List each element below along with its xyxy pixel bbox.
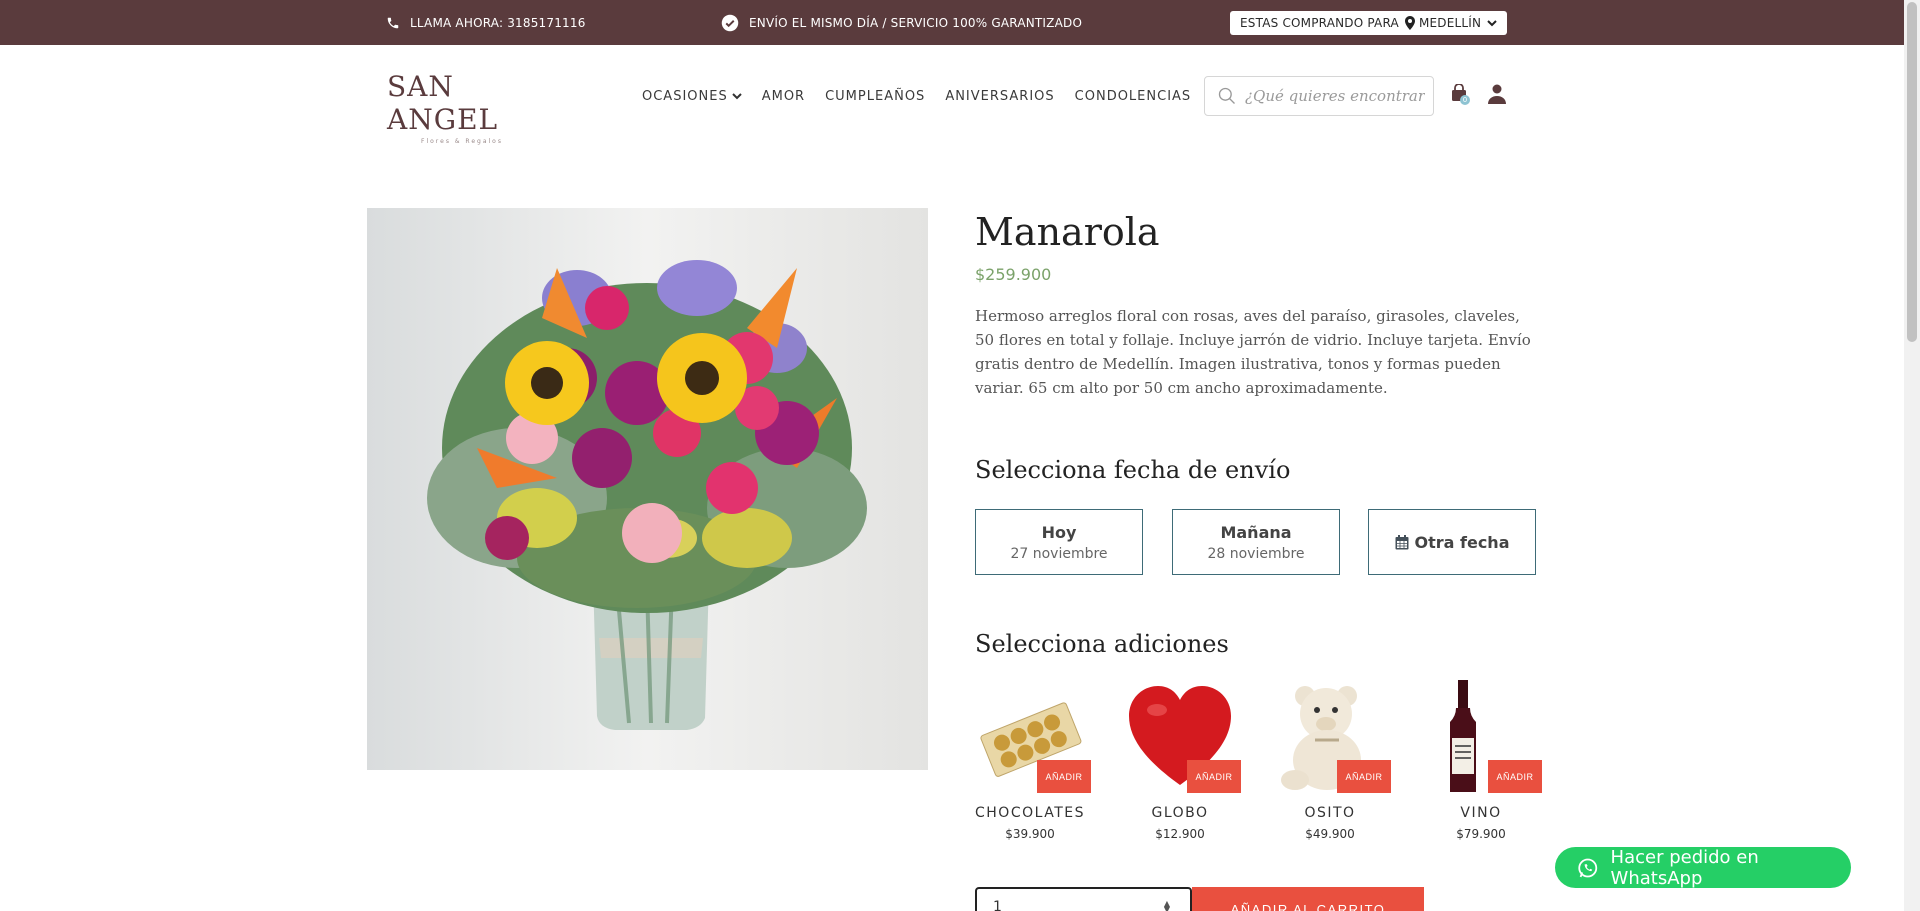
date-option-label: Otra fecha — [1414, 532, 1510, 552]
add-vino-button[interactable]: AÑADIR — [1488, 760, 1542, 793]
addon-price: $79.900 — [1456, 827, 1506, 841]
city-selector[interactable]: ESTAS COMPRANDO PARA MEDELLÍN — [1230, 11, 1508, 35]
add-chocolates-button[interactable]: AÑADIR — [1037, 760, 1091, 793]
shipping-date-title: Selecciona fecha de envío — [975, 456, 1291, 484]
flower-arrangement-image — [367, 208, 928, 770]
search-input[interactable] — [1245, 87, 1425, 105]
addon-name: VINO — [1460, 805, 1502, 821]
whatsapp-order-button[interactable]: Hacer pedido en WhatsApp — [1555, 846, 1851, 889]
addon-name: OSITO — [1304, 805, 1356, 821]
phone-label: LLAMA AHORA: 3185171116 — [410, 15, 586, 30]
chevron-down-icon — [732, 93, 742, 100]
add-osito-button[interactable]: AÑADIR — [1337, 760, 1391, 793]
main-nav: OCASIONES AMOR CUMPLEAÑOS ANIVERSARIOS C… — [642, 86, 1211, 106]
addon-price: $49.900 — [1305, 827, 1355, 841]
quantity-value: 1 — [993, 899, 1002, 911]
addon-name: GLOBO — [1151, 805, 1209, 821]
addons-title: Selecciona adiciones — [975, 630, 1229, 658]
nav-cumpleanos[interactable]: CUMPLEAÑOS — [825, 89, 925, 104]
nav-ocasiones-label: OCASIONES — [642, 88, 728, 104]
addon-chocolates: AÑADIR CHOCOLATES $39.900 — [975, 680, 1095, 850]
calendar-icon — [1395, 534, 1408, 549]
product-description: Hermoso arreglos floral con rosas, aves … — [975, 307, 1531, 397]
nav-aniversarios[interactable]: ANIVERSARIOS — [945, 89, 1054, 104]
scrollbar[interactable] — [1904, 0, 1920, 911]
scrollbar-thumb[interactable] — [1907, 2, 1917, 342]
addon-price: $12.900 — [1155, 827, 1205, 841]
product-image — [367, 208, 928, 770]
chevron-down-icon — [1487, 20, 1497, 27]
date-option-date: 27 noviembre — [1010, 545, 1108, 562]
cart-count: 0 — [1460, 95, 1470, 105]
date-option-label: Hoy — [1041, 522, 1077, 542]
check-circle-icon — [721, 14, 739, 31]
addon-globo: AÑADIR GLOBO $12.900 — [1125, 680, 1245, 850]
logo[interactable]: SAN ANGEL Flores & Regalos — [387, 70, 557, 145]
addon-vino: AÑADIR VINO $79.900 — [1426, 680, 1546, 850]
whatsapp-icon — [1578, 858, 1598, 877]
cart-button[interactable]: 0 — [1451, 83, 1471, 106]
city-name: MEDELLÍN — [1418, 16, 1482, 30]
nav-condolencias[interactable]: CONDOLENCIAS — [1075, 89, 1192, 104]
whatsapp-label: Hacer pedido en WhatsApp — [1610, 846, 1759, 889]
top-bar: LLAMA AHORA: 3185171116 ENVÍO EL MISMO D… — [0, 0, 1904, 45]
user-icon — [1488, 84, 1506, 104]
date-option-today[interactable]: Hoy 27 noviembre — [975, 509, 1143, 575]
phone-icon — [387, 17, 399, 28]
date-option-label: Mañana — [1220, 522, 1292, 542]
nav-ocasiones[interactable]: OCASIONES — [642, 89, 742, 104]
map-pin-icon — [1404, 16, 1415, 30]
date-option-tomorrow[interactable]: Mañana 28 noviembre — [1172, 509, 1340, 575]
date-option-other[interactable]: Otra fecha — [1368, 509, 1536, 575]
add-globo-button[interactable]: AÑADIR — [1187, 760, 1241, 793]
addon-price: $39.900 — [1005, 827, 1055, 841]
nav-amor[interactable]: AMOR — [762, 89, 805, 104]
date-option-date: 28 noviembre — [1207, 545, 1305, 562]
product-title: Manarola — [975, 210, 1160, 254]
logo-tagline: Flores & Regalos — [421, 138, 503, 145]
search-box — [1204, 76, 1434, 116]
logo-text: SAN ANGEL — [387, 70, 499, 136]
account-button[interactable] — [1488, 84, 1506, 104]
shipping-notice: ENVÍO EL MISMO DÍA / SERVICIO 100% GARAN… — [721, 0, 1082, 45]
search-icon — [1218, 87, 1235, 104]
shipping-label: ENVÍO EL MISMO DÍA / SERVICIO 100% GARAN… — [749, 15, 1083, 30]
city-prefix: ESTAS COMPRANDO PARA — [1240, 16, 1399, 30]
addon-osito: AÑADIR OSITO $49.900 — [1275, 680, 1395, 850]
stepper-arrows-icon[interactable]: ▲ ▼ — [1164, 900, 1170, 911]
add-to-cart-button[interactable]: AÑADIR AL CARRITO — [1192, 887, 1424, 911]
product-price: $259.900 — [975, 265, 1052, 284]
quantity-stepper[interactable]: 1 ▲ ▼ — [975, 887, 1192, 911]
call-now[interactable]: LLAMA AHORA: 3185171116 — [386, 0, 586, 45]
addon-name: CHOCOLATES — [975, 805, 1086, 821]
